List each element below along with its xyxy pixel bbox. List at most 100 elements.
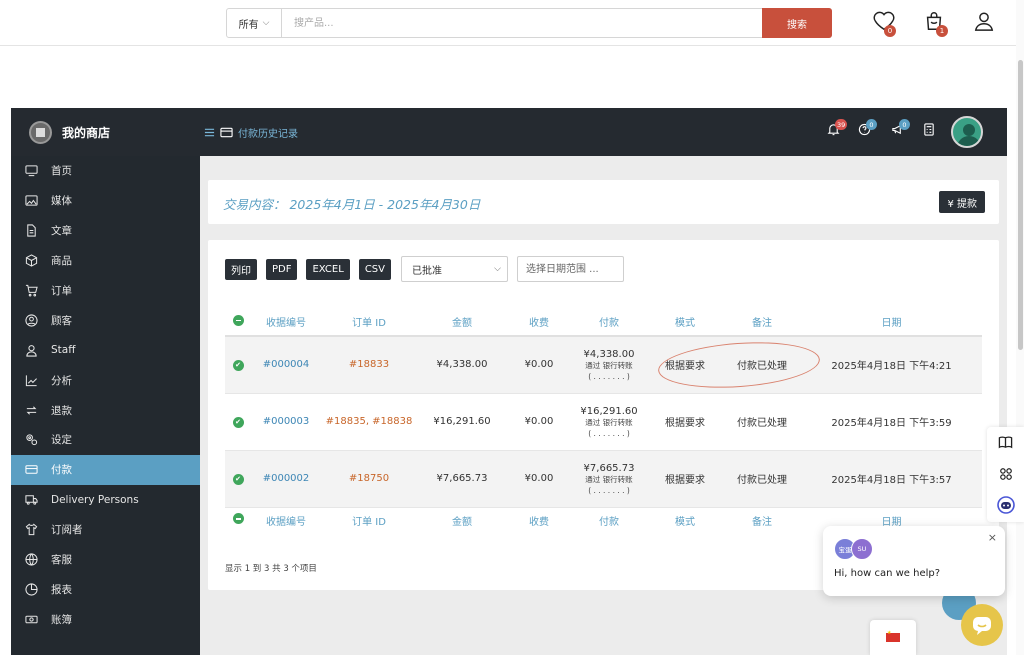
announcements-button[interactable]: 0 [891, 119, 910, 139]
payment-details: ( . . . . . . . ) [588, 428, 630, 438]
receipt-number-link[interactable]: #000004 [251, 336, 321, 394]
column-header[interactable]: 备注 [723, 308, 801, 337]
minus-circle-icon [232, 314, 244, 326]
column-header[interactable]: 日期 [801, 308, 982, 337]
help-button[interactable]: 0 [858, 119, 877, 139]
sidebar-item-delivery-persons[interactable]: Delivery Persons [11, 485, 200, 515]
column-header[interactable]: 收费 [507, 308, 571, 337]
sidebar-item-label: 报表 [51, 583, 72, 596]
table-header-row: 收据编号 订单 ID 金额 收费 付款 模式 备注 日期 [225, 308, 982, 337]
receipt-number-link[interactable]: #000002 [251, 450, 321, 508]
chevron-down-icon: ⌵ [262, 18, 270, 28]
order-id-link[interactable]: #18833 [321, 336, 417, 394]
sidebar-item-products[interactable]: 商品 [11, 246, 200, 276]
admin-header: 我的商店 付款历史记录 39 0 0 [11, 108, 1007, 156]
apps-button[interactable] [987, 458, 1024, 489]
column-header[interactable]: 收据编号 [251, 308, 321, 337]
sidebar-item-ledger[interactable]: 账簿 [11, 604, 200, 634]
chat-launcher-button[interactable] [961, 604, 1003, 646]
assistant-button[interactable] [987, 489, 1024, 520]
column-header[interactable]: 金额 [417, 308, 507, 337]
amount-cell: ¥7,665.73 [417, 450, 507, 508]
scrollbar-thumb[interactable] [1018, 60, 1023, 350]
brand[interactable]: 我的商店 [11, 108, 201, 156]
order-id-link[interactable]: #18835, #18838 [321, 393, 417, 451]
store-logo [29, 120, 52, 144]
sidebar: 首页 媒体 文章 商品 订单 顾客 Staff 分析 退款 设定 付款 Deli… [11, 156, 200, 655]
table-row: ✔ #000002 #18750 ¥7,665.73 ¥0.00 ¥7,665.… [225, 450, 982, 508]
store-name: 我的商店 [62, 125, 111, 140]
reader-button[interactable] [987, 427, 1024, 458]
check-circle-icon: ✔ [232, 359, 244, 371]
sidebar-item-settings[interactable]: 设定 [11, 425, 200, 455]
floating-toolbar [987, 427, 1024, 522]
receipt-number-link[interactable]: #000003 [251, 393, 321, 451]
book-icon [998, 436, 1013, 449]
document-icon [27, 224, 36, 237]
monitor-icon [25, 165, 38, 177]
select-all-toggle[interactable] [225, 308, 251, 337]
column-header[interactable]: 模式 [647, 308, 723, 337]
column-footer: 金额 [417, 506, 507, 533]
sidebar-item-support[interactable]: 客服 [11, 545, 200, 575]
chat-icon [973, 617, 991, 635]
pdf-button[interactable]: PDF [266, 258, 298, 280]
sidebar-item-reports[interactable]: 报表 [11, 574, 200, 604]
amount-cell: ¥4,338.00 [417, 336, 507, 394]
order-id-link[interactable]: #18750 [321, 450, 417, 508]
sidebar-item-articles[interactable]: 文章 [11, 216, 200, 246]
cart-icon [25, 284, 38, 297]
search-category-select[interactable]: 所有 ⌵ [227, 9, 282, 37]
note-cell: 付款已处理 [723, 393, 801, 451]
menu-icon[interactable] [204, 127, 215, 138]
print-button[interactable]: 列印 [225, 258, 257, 280]
grid-icon [999, 467, 1012, 480]
column-footer: 收据编号 [251, 506, 321, 533]
date-range-input[interactable] [516, 256, 624, 282]
user-avatar[interactable] [951, 116, 983, 148]
truck-icon [25, 495, 38, 505]
sidebar-item-label: 订单 [51, 285, 72, 297]
select-all-toggle[interactable] [225, 506, 251, 533]
sidebar-item-customers[interactable]: 顾客 [11, 305, 200, 335]
wishlist-button[interactable]: 0 [873, 10, 899, 37]
bot-icon [996, 495, 1015, 514]
status-filter-value: 已批准 [411, 265, 442, 277]
sidebar-item-media[interactable]: 媒体 [11, 186, 200, 216]
mode-cell: 根据要求 [647, 450, 723, 508]
payment-method: 通过 银行转账 [585, 474, 633, 484]
cart-button[interactable]: 1 [923, 10, 949, 37]
column-header[interactable]: 付款 [571, 308, 647, 337]
notifications-badge: 39 [835, 119, 848, 130]
sidebar-item-home[interactable]: 首页 [11, 156, 200, 186]
excel-button[interactable]: EXCEL [306, 258, 350, 280]
calculator-button[interactable] [923, 123, 939, 139]
sidebar-item-payments[interactable]: 付款 [11, 454, 200, 485]
status-filter-select[interactable]: 已批准 ⌵ [400, 256, 508, 282]
withdraw-button[interactable]: ¥ 提款 [939, 191, 985, 213]
search-button[interactable]: 搜索 [762, 8, 832, 38]
close-icon[interactable]: × [988, 531, 997, 544]
store-header: 所有 ⌵ 搜索 0 1 [0, 0, 1024, 46]
sidebar-item-refunds[interactable]: 退款 [11, 395, 200, 425]
credit-card-icon [25, 465, 38, 475]
sidebar-item-subscribers[interactable]: 订阅者 [11, 515, 200, 545]
image-icon [25, 195, 38, 206]
csv-button[interactable]: CSV [358, 258, 391, 280]
language-switcher[interactable] [870, 620, 916, 655]
sidebar-item-label: 付款 [51, 464, 72, 477]
account-button[interactable] [973, 10, 999, 36]
date-cell: 2025年4月18日 下午4:21 [801, 336, 982, 394]
column-header[interactable]: 订单 ID [321, 308, 417, 337]
credit-card-icon [220, 127, 233, 138]
user-circle-icon [25, 314, 38, 327]
search-input[interactable] [282, 9, 762, 37]
sidebar-item-staff[interactable]: Staff [11, 335, 200, 365]
notifications-button[interactable]: 39 [827, 119, 848, 139]
agent-avatar: SU [851, 538, 873, 560]
page-scrollbar[interactable] [1016, 0, 1024, 655]
sidebar-item-label: 首页 [51, 165, 72, 178]
sidebar-item-analytics[interactable]: 分析 [11, 365, 200, 395]
sidebar-item-orders[interactable]: 订单 [11, 276, 200, 306]
payments-table: 收据编号 订单 ID 金额 收费 付款 模式 备注 日期 ✔ #000004 # [225, 308, 982, 533]
